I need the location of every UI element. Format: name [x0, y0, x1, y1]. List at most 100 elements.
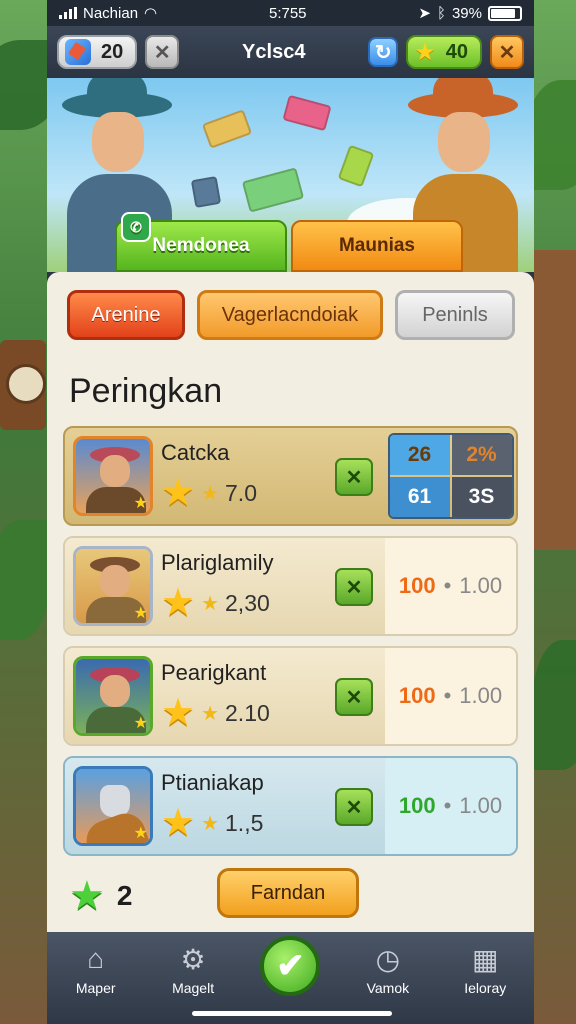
top-bar: 20 ✕ Yclsc4 ↻ ★ 40 ✕ [47, 26, 534, 78]
player-name: Ptianiakap [161, 770, 264, 795]
money-bill [190, 175, 222, 209]
remove-button[interactable]: ✕ [335, 458, 373, 496]
star-icon: ★ [161, 692, 196, 734]
player-name: Plariglamily [161, 550, 274, 575]
star-icon: ★ [201, 702, 220, 725]
jungle-leaf [0, 520, 50, 640]
home-indicator[interactable] [192, 1011, 392, 1016]
row-value: 100 [398, 573, 436, 598]
jungle-leaf [532, 640, 576, 770]
gem-counter[interactable]: 20 [57, 35, 138, 69]
bluetooth-icon: ᛒ [436, 4, 446, 22]
background-house [528, 250, 576, 550]
panel-footer: ★ 2 Farndan [47, 868, 534, 924]
filter-peninls[interactable]: Peninls [395, 290, 515, 340]
remove-button[interactable]: ✕ [335, 788, 373, 826]
star-icon: ★ [201, 592, 220, 615]
star-icon: ★ [201, 812, 220, 835]
star-icon: ★ [201, 482, 220, 505]
remove-button[interactable]: ✕ [335, 678, 373, 716]
status-bar: Nachian ◠ 5:755 ➤ ᛒ 39% [47, 0, 534, 26]
filter-vagerlacndoiak[interactable]: Vagerlacndoiak [197, 290, 383, 340]
close-button[interactable]: ✕ [145, 35, 180, 69]
row-value: 100 [398, 683, 436, 708]
chat-icon: ✆ [121, 212, 151, 242]
row-rate: 1.00 [459, 683, 503, 708]
leaderboard-row[interactable]: ★ Catcka ★ ★ 7.0 ✕ 26 2% 61 3S [63, 426, 518, 526]
action-button[interactable]: Farndan [217, 868, 359, 918]
nav-maper[interactable]: ⌂ Maper [56, 942, 136, 996]
row-rate: 1.00 [459, 793, 503, 818]
battery-percent: 39% [451, 4, 482, 22]
status-time: 5:755 [268, 4, 307, 22]
gear-icon: ⚙ [180, 943, 206, 975]
signal-icon [59, 7, 77, 19]
star-icon: ★ [161, 802, 196, 844]
tab-nemdonea[interactable]: ✆ Nemdonea [115, 212, 287, 272]
money-bill [337, 144, 375, 188]
clock-icon: ◷ [375, 943, 401, 975]
home-icon: ⌂ [87, 943, 105, 974]
row-rate: 1.00 [459, 573, 503, 598]
star-icon: ★ [133, 715, 148, 732]
money-bill [241, 167, 305, 213]
tab-maunias[interactable]: Maunias [291, 220, 463, 272]
hero-tabs: ✆ Nemdonea Maunias [115, 212, 463, 272]
nav-label: Ieloray [464, 980, 507, 996]
nav-label: Maper [75, 980, 116, 996]
star-counter[interactable]: ★ 40 [406, 35, 482, 69]
refresh-button[interactable]: ↻ [368, 37, 399, 67]
player-score: 2,30 [225, 589, 270, 616]
check-icon: ✔ [260, 936, 321, 996]
star-total: 2 [116, 880, 133, 911]
page-title: Peringkan [69, 372, 223, 410]
avatar: ★ [73, 766, 153, 846]
top-title: Yclsc4 [242, 40, 306, 63]
nav-confirm[interactable]: ✔ [250, 936, 330, 996]
remove-button[interactable]: ✕ [335, 568, 373, 606]
battery-icon [488, 5, 522, 21]
green-star-icon: ★ [69, 874, 105, 918]
leaderboard-row[interactable]: ★ Plariglamily ★ ★ 2,30 ✕ 100 • 1.00 [63, 536, 518, 636]
bottom-nav: ⌂ Maper ⚙ Magelt ✔ ◷ Vamok ▦ Ieloray [47, 932, 534, 1024]
hero-banner: ✆ Nemdonea Maunias [47, 78, 534, 272]
nav-label: Magelt [172, 980, 215, 996]
star-icon: ★ [133, 495, 148, 512]
star-icon: ★ [133, 825, 148, 842]
star-count: 40 [445, 40, 468, 63]
game-screen: Nachian ◠ 5:755 ➤ ᛒ 39% 20 ✕ Yclsc4 ↻ ★ … [47, 0, 534, 1024]
star-icon: ★ [161, 472, 196, 514]
player-score: 2.10 [225, 699, 270, 726]
nav-vamok[interactable]: ◷ Vamok [348, 942, 428, 997]
star-icon: ★ [414, 38, 436, 66]
row-separator: • [443, 683, 452, 708]
leaderboard-panel: Arenine Vagerlacndoiak Peninls Peringkan… [47, 272, 534, 932]
money-bill [282, 94, 332, 132]
avatar: ★ [73, 656, 153, 736]
location-icon: ➤ [418, 5, 431, 22]
background-clock [0, 340, 46, 430]
stat-cell: 3S [451, 477, 512, 517]
player-score: 7.0 [225, 479, 257, 506]
filter-arenine[interactable]: Arenine [67, 290, 185, 340]
nav-ieloray[interactable]: ▦ Ieloray [445, 942, 525, 997]
row-separator: • [443, 573, 452, 598]
avatar: ★ [73, 546, 153, 626]
gem-count: 20 [101, 40, 124, 63]
avatar: ★ [73, 436, 153, 516]
gem-icon [65, 39, 91, 65]
grid-icon: ▦ [472, 943, 499, 975]
nav-label: Vamok [366, 980, 410, 996]
nav-magelt[interactable]: ⚙ Magelt [153, 942, 233, 997]
player-name: Catcka [161, 440, 230, 465]
money-bill [201, 109, 253, 149]
leaderboard-row[interactable]: ★ Pearigkant ★ ★ 2.10 ✕ 100 • 1.00 [63, 646, 518, 746]
stats-grid: 26 2% 61 3S [387, 433, 514, 519]
stat-cell: 26 [389, 435, 450, 475]
stat-cell: 2% [451, 435, 512, 475]
filter-bar: Arenine Vagerlacndoiak Peninls [47, 272, 534, 340]
close-orange-button[interactable]: ✕ [490, 35, 524, 69]
leaderboard-row[interactable]: ★ Ptianiakap ★ ★ 1.,5 ✕ 100 • 1.00 [63, 756, 518, 856]
stat-cell: 61 [389, 477, 450, 517]
tab-label: Nemdonea [152, 235, 250, 256]
